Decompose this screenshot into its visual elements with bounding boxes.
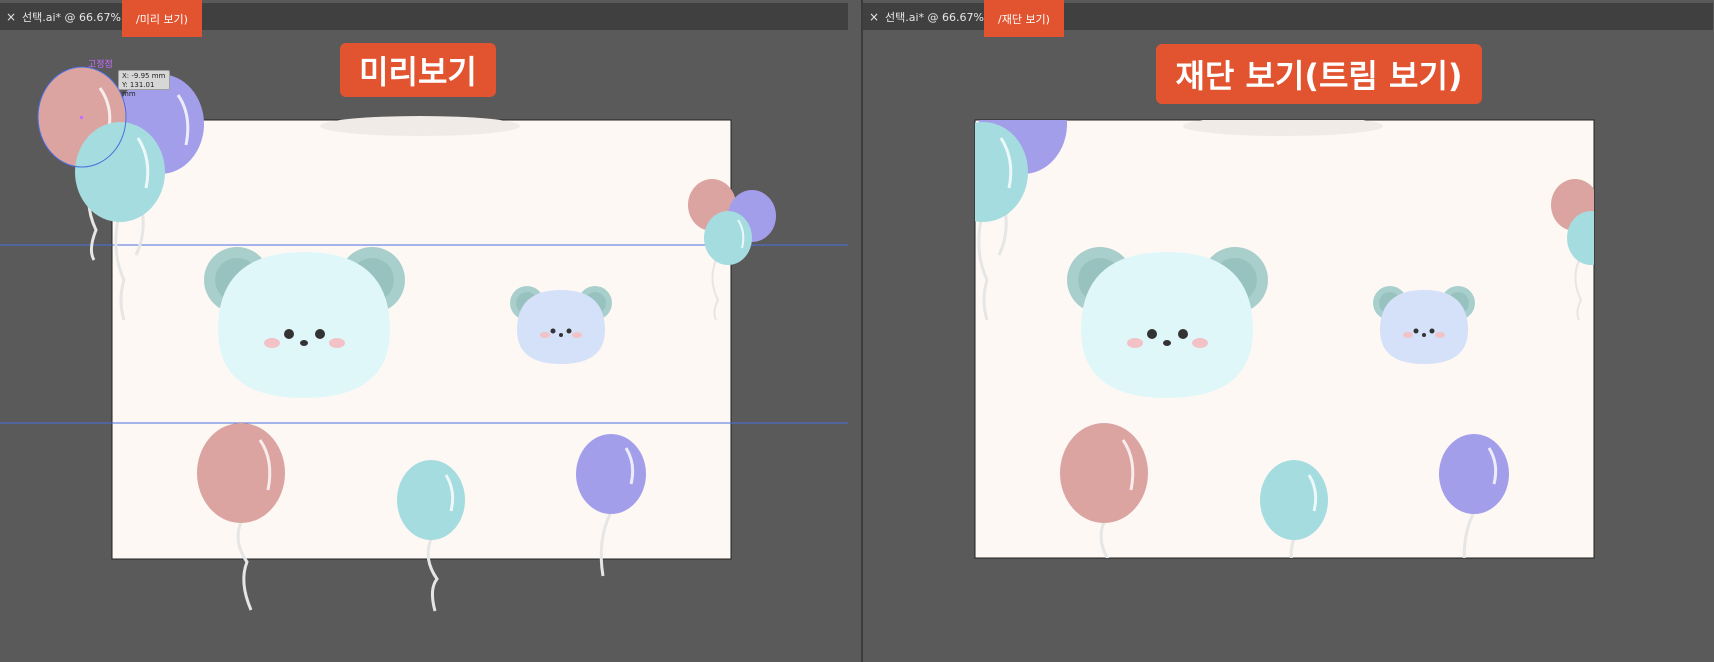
balloon-teal-bottom[interactable]	[1260, 460, 1328, 579]
artboard-shadow	[1183, 120, 1383, 136]
tooltip-y: Y: 131.01 mm	[122, 81, 155, 98]
preview-document-window: × 선택.ai* @ 66.67%(R /미리 보기) 고정점 X: -9.95…	[0, 0, 861, 662]
anchor-point-label: 고정점	[88, 60, 113, 70]
artboard-shadow	[320, 116, 520, 136]
position-tooltip: X: -9.95 mm Y: 131.01 mm	[118, 70, 170, 98]
mouse-character-small[interactable]	[510, 286, 612, 364]
tooltip-x: X: -9.95 mm	[122, 72, 166, 80]
trim-view-document-window: × 선택.ai* @ 66.67%(R /재단 보기) 재단 보기(트림 보기)	[861, 0, 1714, 662]
preview-mode-banner: 미리보기	[340, 43, 496, 97]
mouse-character-small[interactable]	[1373, 286, 1475, 364]
canvas-area[interactable]	[0, 0, 861, 662]
trim-view-mode-banner: 재단 보기(트림 보기)	[1156, 44, 1482, 104]
